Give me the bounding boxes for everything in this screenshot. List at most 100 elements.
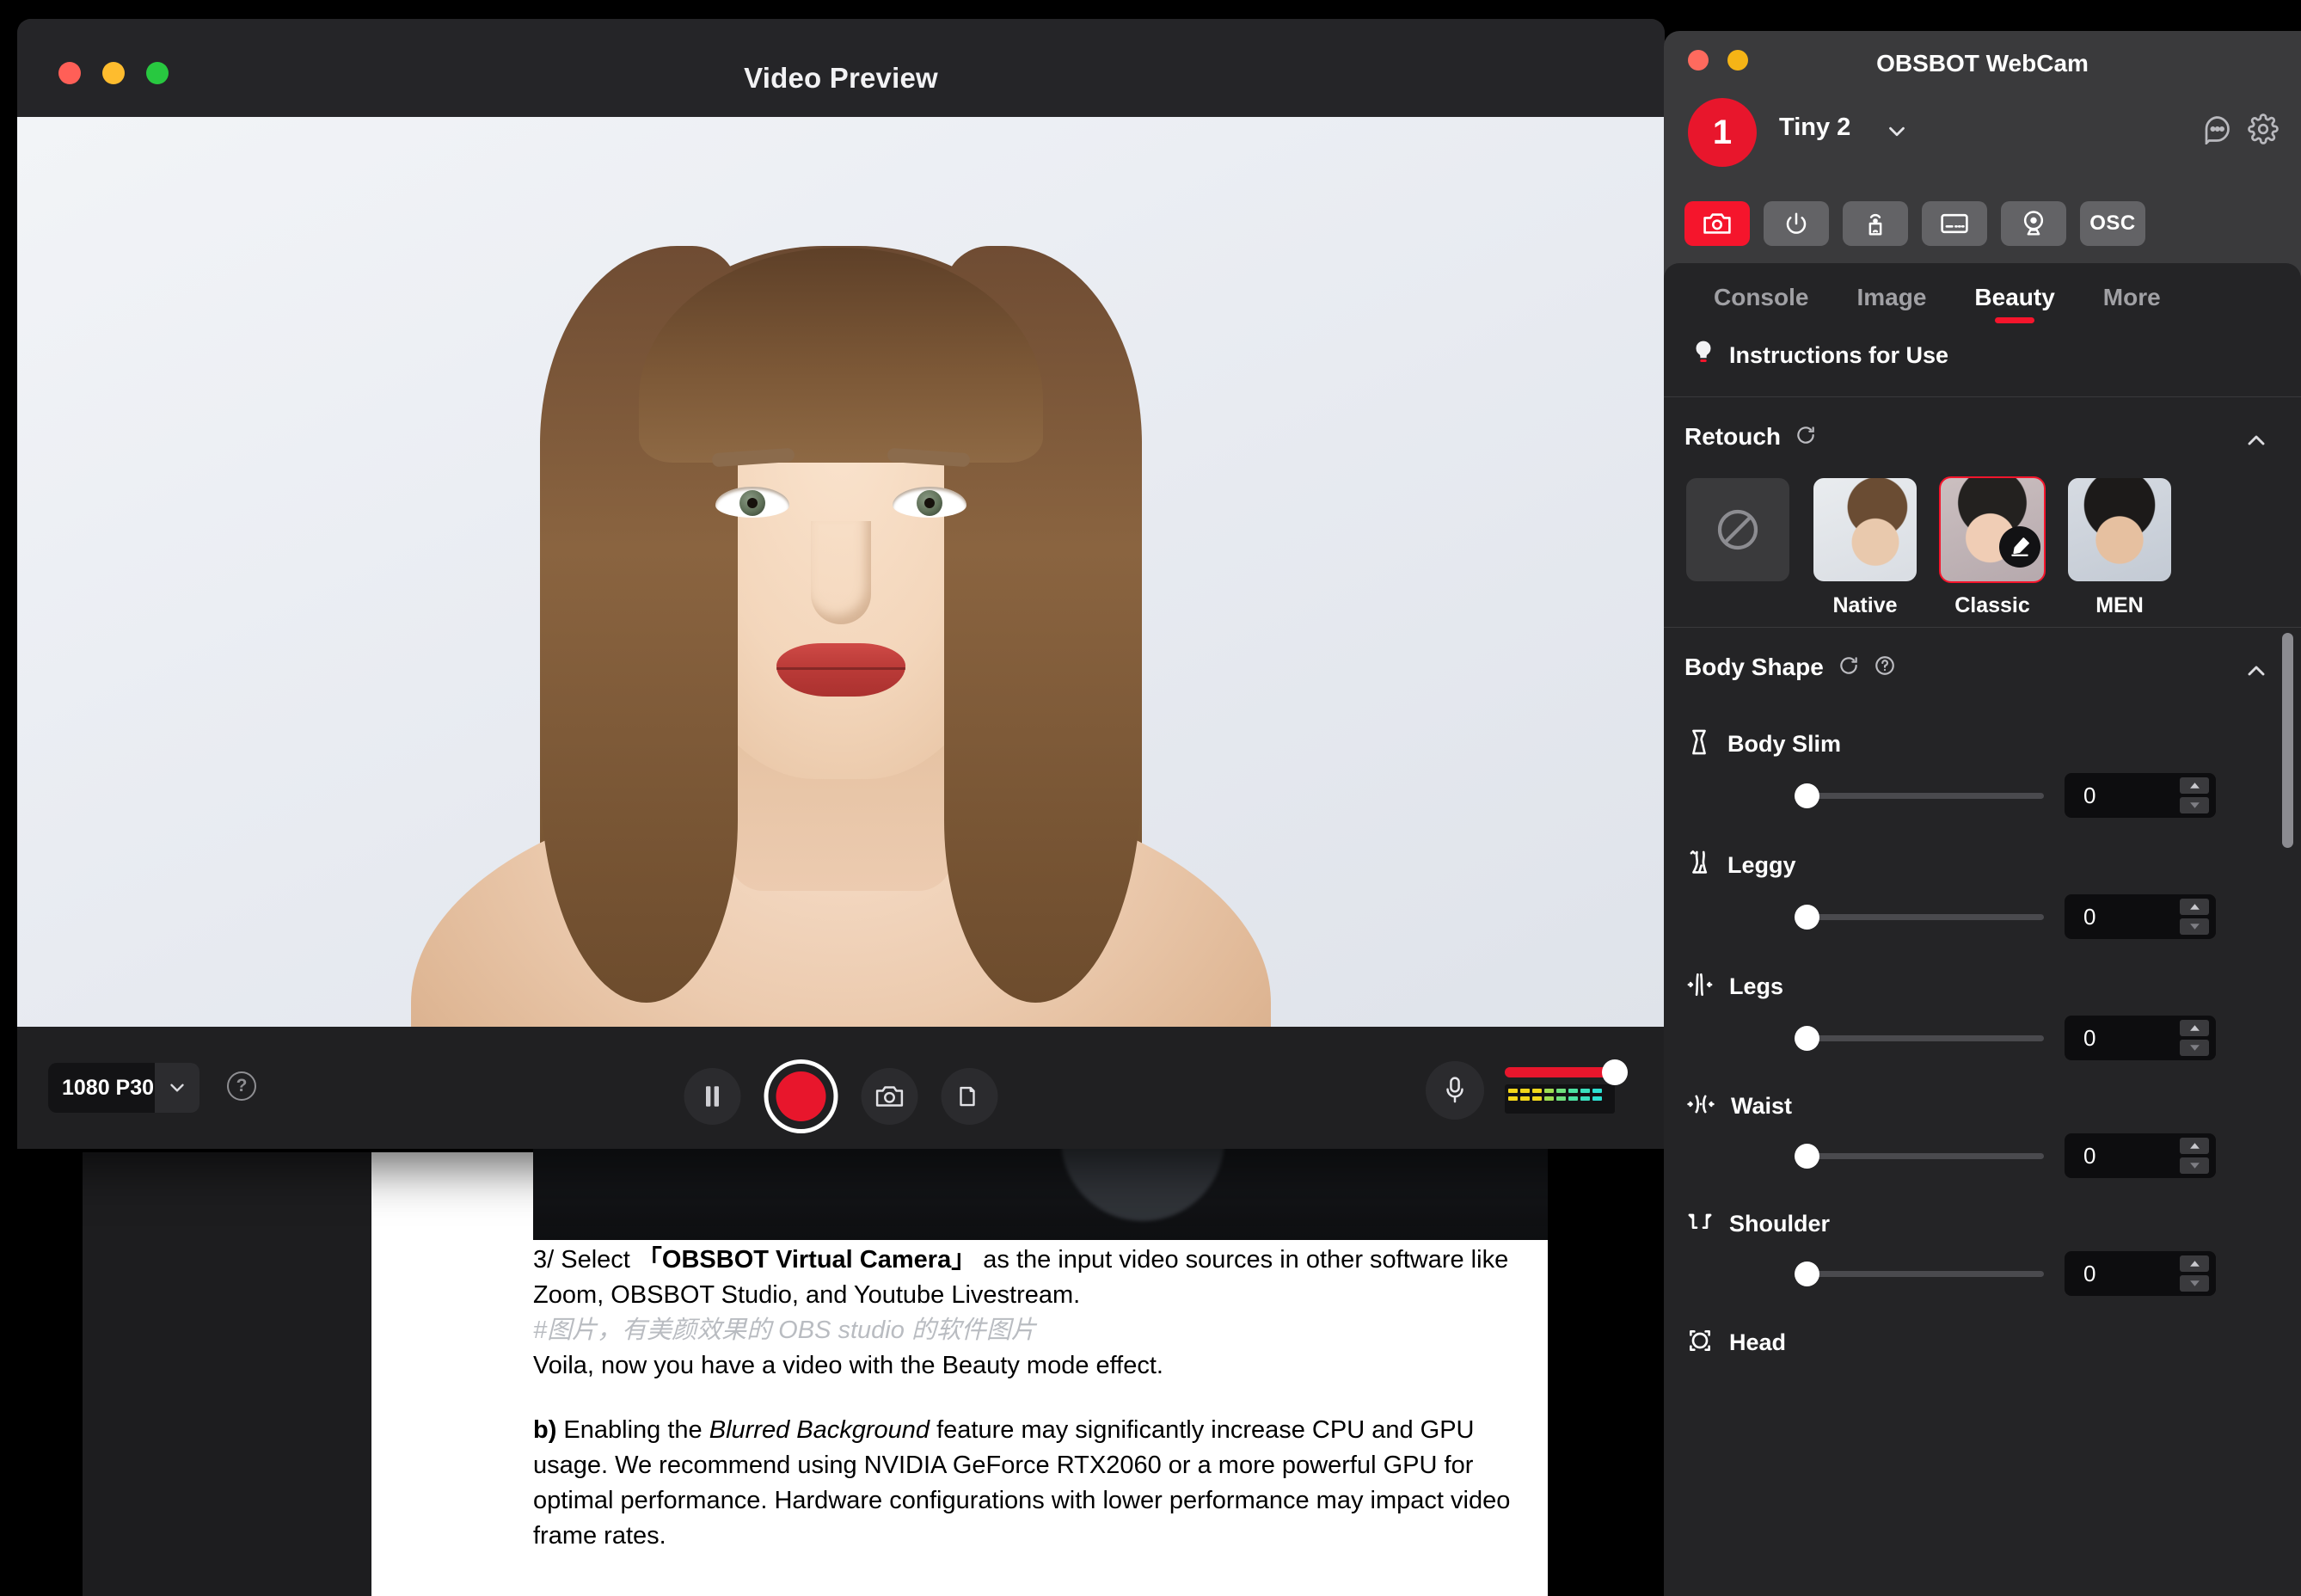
vu-segment	[1580, 1096, 1590, 1101]
vu-segment	[1568, 1089, 1578, 1093]
tab-image[interactable]: Image	[1832, 284, 1950, 327]
panel-tabs: Console Image Beauty More	[1664, 263, 2301, 327]
video-preview-toolbar: 1080 P30 ?	[17, 1027, 1665, 1149]
device-function-toolbar: OSC	[1664, 184, 2301, 263]
retouch-title: Retouch	[1684, 423, 1781, 451]
panel-scrollbar[interactable]	[2282, 633, 2293, 848]
retouch-section-header[interactable]: Retouch	[1664, 397, 2301, 475]
portrait-eye-right	[893, 487, 966, 518]
vu-segment	[1592, 1096, 1602, 1101]
pause-button[interactable]	[684, 1068, 741, 1125]
body-shape-chevron-up-icon[interactable]	[2243, 657, 2270, 689]
volume-slider[interactable]	[1505, 1067, 1615, 1077]
video-preview-titlebar[interactable]: Video Preview	[17, 19, 1665, 117]
chat-icon[interactable]	[2201, 114, 2232, 149]
legs-stepper[interactable]: 0	[2065, 1016, 2216, 1060]
portrait-nose	[811, 521, 871, 624]
remote-icon[interactable]	[1843, 201, 1908, 246]
shoulder-icon	[1686, 1209, 1714, 1239]
vu-segment	[1580, 1089, 1590, 1093]
osc-icon[interactable]: OSC	[2080, 201, 2145, 246]
help-icon[interactable]: ?	[227, 1071, 256, 1101]
webcam-icon[interactable]	[2001, 201, 2066, 246]
doc-p3-italic: Blurred Background	[709, 1416, 930, 1444]
preset-men[interactable]: MEN	[2068, 478, 2171, 618]
preset-native[interactable]: Native	[1813, 478, 1917, 618]
preset-none-thumb[interactable]	[1686, 478, 1789, 581]
waist-increment[interactable]	[2180, 1138, 2209, 1154]
record-button[interactable]	[764, 1059, 838, 1133]
snapshot-button[interactable]	[862, 1068, 918, 1125]
body-slim-decrement[interactable]	[2180, 797, 2209, 813]
obsbot-window-title: OBSBOT WebCam	[1664, 50, 2301, 77]
shoulder-slider[interactable]	[1795, 1271, 2044, 1277]
resolution-select[interactable]: 1080 P30	[48, 1063, 199, 1113]
gear-icon[interactable]	[2248, 114, 2279, 149]
device-row: 1 Tiny 2	[1664, 88, 2301, 184]
doc-p1-b: 「OBSBOT Virtual Camera」	[637, 1246, 976, 1274]
leggy-stepper[interactable]: 0	[2065, 894, 2216, 939]
power-icon[interactable]	[1764, 201, 1829, 246]
shoulder-stepper[interactable]: 0	[2065, 1251, 2216, 1296]
shoulder-decrement[interactable]	[2180, 1275, 2209, 1292]
preset-classic[interactable]: Classic	[1941, 478, 2044, 618]
preset-native-thumb[interactable]	[1813, 478, 1917, 581]
resolution-value: 1080 P30	[48, 1076, 155, 1101]
preset-men-thumb[interactable]	[2068, 478, 2171, 581]
body-shape-help-icon[interactable]	[1874, 654, 1896, 681]
document-embedded-screenshot	[533, 1144, 1548, 1240]
waist-slider[interactable]	[1795, 1153, 2044, 1159]
leggy-increment[interactable]	[2180, 899, 2209, 915]
vu-segment	[1508, 1096, 1518, 1101]
preset-classic-thumb[interactable]	[1941, 478, 2044, 581]
legs-slider[interactable]	[1795, 1035, 2044, 1041]
body-shape-reset-icon[interactable]	[1838, 654, 1860, 681]
tab-console[interactable]: Console	[1690, 284, 1832, 327]
device-badge[interactable]: 1	[1688, 98, 1757, 167]
waist-decrement[interactable]	[2180, 1157, 2209, 1174]
folder-button[interactable]	[942, 1068, 998, 1125]
instructions-for-use[interactable]: Instructions for Use	[1664, 327, 2301, 396]
microphone-icon[interactable]	[1426, 1061, 1484, 1120]
preset-none[interactable]	[1686, 478, 1789, 618]
tab-beauty[interactable]: Beauty	[1950, 284, 2078, 327]
reset-icon[interactable]	[1795, 424, 1817, 451]
audio-level-meter	[1505, 1084, 1615, 1114]
document-paragraph-3: b) Enabling the Blurred Background featu…	[533, 1413, 1548, 1554]
legs-decrement[interactable]	[2180, 1040, 2209, 1056]
body-slim-slider[interactable]	[1795, 793, 2044, 799]
lightbulb-icon	[1691, 339, 1715, 372]
video-preview-title: Video Preview	[17, 62, 1665, 95]
body-slim-stepper[interactable]: 0	[2065, 773, 2216, 818]
slider-body-slim: Body Slim 0	[1664, 705, 2301, 826]
edit-icon[interactable]	[1999, 526, 2040, 568]
device-chevron-down-icon[interactable]	[1884, 119, 1910, 149]
leggy-slider[interactable]	[1795, 914, 2044, 920]
display-icon[interactable]	[1922, 201, 1987, 246]
doc-p3-a: Enabling the	[556, 1416, 709, 1444]
legs-increment[interactable]	[2180, 1020, 2209, 1036]
shoulder-increment[interactable]	[2180, 1255, 2209, 1272]
document-text: 3/ Select 「OBSBOT Virtual Camera」 as the…	[533, 1243, 1548, 1554]
body-slim-icon	[1686, 727, 1712, 761]
document-paragraph-1: 3/ Select 「OBSBOT Virtual Camera」 as the…	[533, 1243, 1548, 1384]
chevron-up-icon[interactable]	[2243, 427, 2270, 458]
video-preview-canvas	[17, 117, 1665, 1027]
obsbot-titlebar[interactable]: OBSBOT WebCam	[1664, 31, 2301, 88]
audio-controls	[1426, 1061, 1615, 1120]
waist-stepper[interactable]: 0	[2065, 1133, 2216, 1178]
video-preview-window: Video Preview 1080 P30	[17, 19, 1665, 1149]
body-slim-increment[interactable]	[2180, 777, 2209, 794]
header-icons	[2201, 114, 2279, 149]
leggy-decrement[interactable]	[2180, 918, 2209, 935]
vu-segment	[1520, 1089, 1530, 1093]
vu-segment	[1532, 1089, 1542, 1093]
tab-more[interactable]: More	[2079, 284, 2185, 327]
leggy-label: Leggy	[1727, 852, 1796, 879]
vu-segment	[1556, 1096, 1566, 1101]
body-shape-section-header[interactable]: Body Shape	[1664, 628, 2301, 705]
doc-p2: Voila, now you have a video with the Bea…	[533, 1348, 1548, 1384]
doc-p1-a: 3/ Select	[533, 1246, 637, 1274]
camera-icon[interactable]	[1684, 201, 1750, 246]
chevron-down-icon[interactable]	[155, 1063, 199, 1113]
